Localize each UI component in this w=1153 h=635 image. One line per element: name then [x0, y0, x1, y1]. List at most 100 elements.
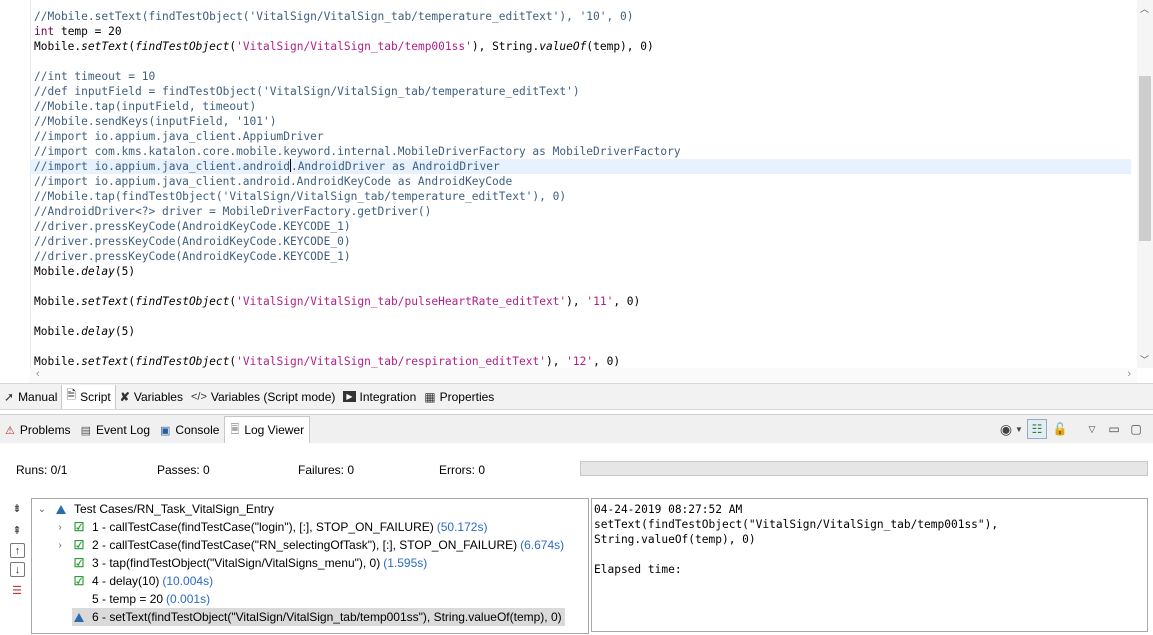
- expand-all-icon[interactable]: ⇟: [8, 499, 26, 517]
- tab-manual[interactable]: ➚ Manual: [0, 384, 61, 409]
- code-line[interactable]: //Mobile.sendKeys(inputField, '101'): [34, 114, 1123, 129]
- passes-count: Passes: 0: [157, 463, 210, 477]
- step-duration: (50.172s): [436, 520, 488, 534]
- scroll-right-icon[interactable]: ›: [1127, 368, 1131, 380]
- script-editor[interactable]: //Mobile.setText(findTestObject('VitalSi…: [0, 0, 1153, 383]
- elapsed-time-label: Elapsed time:: [594, 563, 682, 576]
- code-token: (5): [114, 325, 136, 338]
- code-token: Mobile.: [34, 295, 82, 308]
- code-line[interactable]: [34, 279, 1123, 294]
- test-log-tree[interactable]: ⌄ Test Cases/RN_Task_VitalSign_Entry › ☑ 1 -…: [31, 498, 589, 634]
- code-line[interactable]: //def inputField = findTestObject('Vital…: [34, 84, 1123, 99]
- code-comment: //Mobile.setText(findTestObject('VitalSi…: [34, 10, 634, 23]
- code-line[interactable]: //driver.pressKeyCode(AndroidKeyCode.KEY…: [34, 249, 1123, 264]
- tree-root-node[interactable]: ⌄ Test Cases/RN_Task_VitalSign_Entry: [36, 500, 274, 518]
- code-keyword: int: [34, 25, 55, 38]
- code-line[interactable]: [34, 54, 1123, 69]
- code-line[interactable]: [34, 339, 1123, 354]
- code-line[interactable]: Mobile.delay(5): [34, 264, 1123, 279]
- editor-vertical-scrollbar[interactable]: ︿ ﹀: [1137, 0, 1153, 368]
- code-line[interactable]: //driver.pressKeyCode(AndroidKeyCode.KEY…: [34, 234, 1123, 249]
- code-line[interactable]: Mobile.setText(findTestObject('VitalSign…: [34, 354, 1123, 369]
- view-menu-icon[interactable]: ▽: [1083, 420, 1101, 438]
- tab-variables-script-mode[interactable]: </> Variables (Script mode): [187, 384, 339, 409]
- editor-gutter: [0, 0, 31, 383]
- code-line[interactable]: [34, 309, 1123, 324]
- code-area[interactable]: //Mobile.setText(findTestObject('VitalSi…: [30, 9, 1131, 369]
- code-line[interactable]: //AndroidDriver<?> driver = MobileDriver…: [34, 204, 1123, 219]
- progress-bar: [580, 461, 1148, 476]
- tab-label: Script: [80, 389, 111, 404]
- code-line[interactable]: //Mobile.setText(findTestObject('VitalSi…: [34, 9, 1123, 24]
- tab-integration[interactable]: ▶ Integration: [339, 384, 420, 409]
- chevron-right-icon[interactable]: ›: [54, 540, 66, 551]
- tree-step-node[interactable]: ☑ 4 - delay(10) (10.004s): [54, 572, 213, 590]
- tab-label: Manual: [18, 389, 58, 404]
- chevron-right-icon[interactable]: ›: [54, 522, 66, 533]
- scroll-down-icon[interactable]: ﹀: [1140, 353, 1149, 366]
- lock-icon[interactable]: 🔓: [1051, 420, 1069, 438]
- tab-variables[interactable]: ✘ Variables: [116, 384, 187, 409]
- code-line[interactable]: //import com.kms.katalon.core.mobile.key…: [34, 144, 1123, 159]
- variables-icon: ✘: [119, 389, 130, 404]
- tree-step-node[interactable]: › ☑ 1 - callTestCase(findTestCase("login")…: [54, 518, 487, 536]
- code-line[interactable]: //int timeout = 10: [34, 69, 1123, 84]
- code-token: ),: [566, 295, 587, 308]
- minimize-icon[interactable]: ▭: [1105, 420, 1123, 438]
- maximize-icon[interactable]: ▢: [1127, 420, 1145, 438]
- tree-side-toolbar: ⇟ ⇞ ↑ ↓ ☰: [8, 499, 26, 603]
- tab-event-log[interactable]: ▤ Event Log: [76, 417, 155, 443]
- code-line[interactable]: //import io.appium.java_client.android.A…: [34, 174, 1123, 189]
- code-line[interactable]: //Mobile.tap(findTestObject('VitalSign/V…: [34, 189, 1123, 204]
- scroll-up-icon[interactable]: ︿: [1140, 2, 1149, 15]
- editor-horizontal-scrollbar[interactable]: ‹ ›: [30, 368, 1137, 382]
- problems-icon: ⚠: [5, 424, 15, 437]
- scrollbar-thumb[interactable]: [1139, 76, 1151, 241]
- tree-step-node[interactable]: 6 - setText(findTestObject("VitalSign/Vi…: [72, 608, 565, 626]
- code-token: delay: [81, 325, 115, 338]
- collapse-all-icon[interactable]: ⇞: [8, 521, 26, 539]
- code-token: setText: [81, 295, 129, 308]
- current-code-line[interactable]: //import io.appium.java_client.android.A…: [30, 159, 1131, 174]
- next-failure-icon[interactable]: ↓: [10, 562, 25, 577]
- code-line[interactable]: //driver.pressKeyCode(AndroidKeyCode.KEY…: [34, 219, 1123, 234]
- code-token: , 0): [593, 355, 621, 368]
- tree-node-label: 4 - delay(10): [92, 574, 160, 588]
- tab-properties[interactable]: ▦ Properties: [420, 384, 498, 409]
- tab-label: Variables: [133, 389, 183, 404]
- code-comment: //Mobile.sendKeys(inputField, '101'): [34, 115, 277, 128]
- tab-console[interactable]: ▣ Console: [155, 417, 224, 443]
- log-detail-pane: 04-24-2019 08:27:52 AM setText(findTestOb…: [591, 498, 1148, 632]
- chevron-down-icon[interactable]: ⌄: [36, 504, 48, 515]
- check-icon: ☑: [73, 520, 85, 534]
- previous-failure-icon[interactable]: ↑: [10, 543, 25, 558]
- failures-count: Failures: 0: [298, 463, 355, 477]
- log-panel: ⚠ Problems ▤ Event Log ▣ Console 🗏 Log V…: [0, 414, 1153, 635]
- tree-node-label: 3 - tap(findTestObject("VitalSign/VitalS…: [92, 556, 381, 570]
- integration-icon: ▶: [343, 391, 356, 402]
- code-line[interactable]: //Mobile.tap(inputField, timeout): [34, 99, 1123, 114]
- tree-step-node[interactable]: 5 - temp = 20 (0.001s): [54, 590, 210, 608]
- code-comment: //Mobile.tap(inputField, timeout): [34, 100, 257, 113]
- chevron-down-icon[interactable]: ▼: [1015, 420, 1023, 438]
- tab-script[interactable]: 🗎 Script: [61, 384, 116, 409]
- tree-view-icon[interactable]: ☷: [1027, 419, 1047, 439]
- scroll-left-icon[interactable]: ‹: [36, 368, 40, 380]
- code-line[interactable]: Mobile.delay(5): [34, 324, 1123, 339]
- tree-step-node[interactable]: ☑ 3 - tap(findTestObject("VitalSign/Vital…: [54, 554, 428, 572]
- code-line[interactable]: Mobile.setText(findTestObject('VitalSign…: [34, 39, 1123, 54]
- code-line[interactable]: Mobile.setText(findTestObject('VitalSign…: [34, 294, 1123, 309]
- code-token: valueOf: [539, 40, 587, 53]
- passed-check-icon: ☑: [72, 520, 86, 534]
- step-duration: (6.674s): [520, 538, 565, 552]
- tree-step-node[interactable]: › ☑ 2 - callTestCase(findTestCase("RN_sele…: [54, 536, 564, 554]
- code-token: delay: [81, 265, 115, 278]
- show-failures-only-icon[interactable]: ☰: [8, 581, 26, 599]
- eye-icon[interactable]: ◉: [997, 420, 1015, 438]
- code-line[interactable]: int temp = 20: [34, 24, 1123, 39]
- code-line[interactable]: //import io.appium.java_client.AppiumDri…: [34, 129, 1123, 144]
- code-string: 'VitalSign/VitalSign_tab/respiration_edi…: [236, 355, 546, 368]
- tab-log-viewer[interactable]: 🗏 Log Viewer: [224, 416, 311, 443]
- tab-problems[interactable]: ⚠ Problems: [0, 417, 76, 443]
- log-message-line: setText(findTestObject("VitalSign/VitalS…: [594, 518, 999, 531]
